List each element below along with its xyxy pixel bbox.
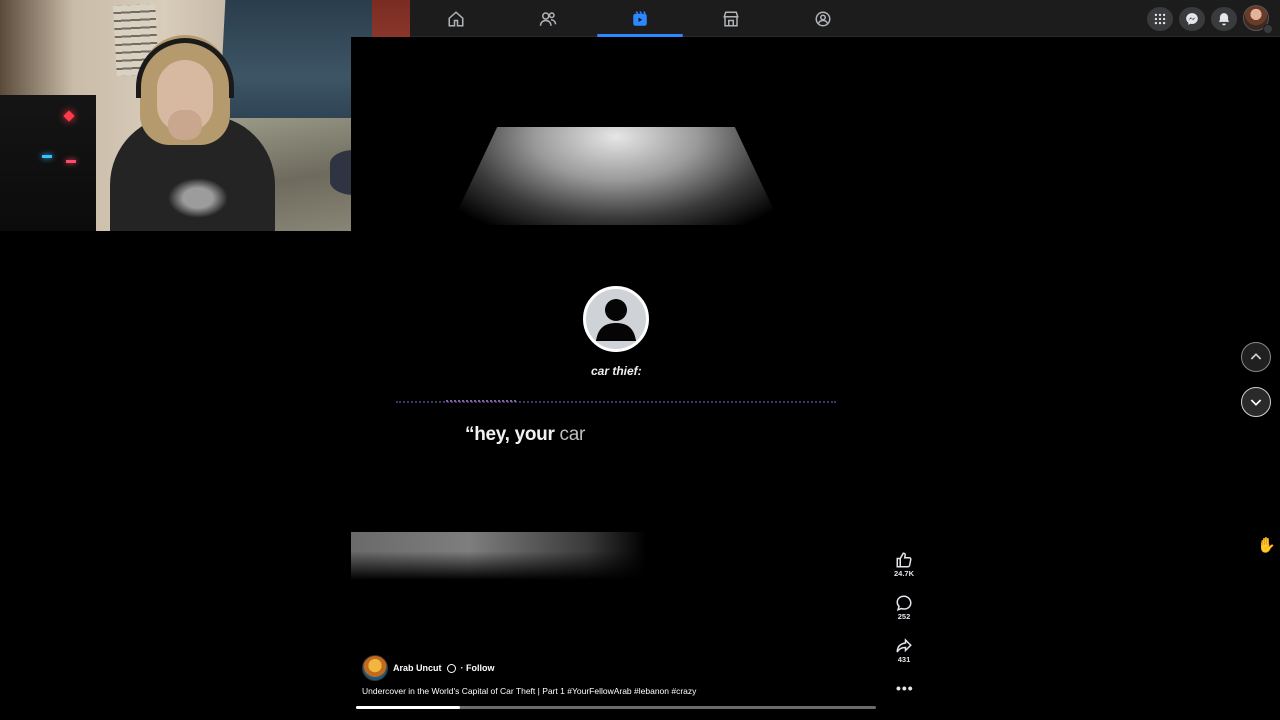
webcam-overlay: [0, 0, 410, 231]
globe-icon: [446, 663, 456, 673]
marketplace-icon: [723, 11, 739, 26]
thumbs-up-icon: [896, 552, 912, 568]
speaker-avatar: [583, 286, 649, 352]
like-count: 24.7K: [893, 569, 914, 578]
chevron-up-icon: [1250, 353, 1262, 360]
tab-home[interactable]: [411, 0, 501, 37]
mouse-cursor-icon: ✋: [1257, 537, 1276, 554]
caption-main: “hey, your: [465, 424, 555, 445]
hoodie-print: [168, 178, 228, 218]
share-icon: [896, 638, 912, 653]
pc-led: [42, 155, 52, 158]
bell-icon: [1218, 13, 1230, 26]
reel-video[interactable]: car thief: “hey, your car Arab Uncut · F…: [351, 37, 881, 720]
top-navigation-bar: [410, 0, 1280, 37]
chevron-down-icon: [1250, 399, 1262, 406]
video-icon: [633, 10, 647, 26]
tab-video[interactable]: [595, 0, 685, 37]
video-progress-fill: [356, 706, 460, 709]
video-highlight-bottom: [351, 532, 646, 580]
comment-icon: [896, 595, 912, 611]
reel-owner: Arab Uncut · Follow: [362, 655, 495, 681]
previous-reel-button[interactable]: [1241, 342, 1271, 372]
like-button[interactable]: 24.7K: [889, 551, 919, 578]
comment-button[interactable]: 252: [889, 594, 919, 621]
account-chevron-icon[interactable]: [1263, 24, 1273, 34]
comment-count: 252: [897, 612, 911, 621]
follow-button[interactable]: · Follow: [461, 663, 495, 673]
messenger-button[interactable]: [1179, 7, 1205, 31]
messenger-icon: [1186, 13, 1198, 25]
more-options-button[interactable]: •••: [896, 680, 914, 696]
video-caption: “hey, your car: [465, 424, 585, 446]
friends-icon: [539, 11, 557, 26]
default-user-icon: [596, 299, 636, 341]
video-progress-bar[interactable]: [356, 706, 876, 709]
tab-marketplace[interactable]: [686, 0, 776, 37]
notifications-button[interactable]: [1211, 7, 1237, 31]
owner-avatar[interactable]: [362, 655, 388, 681]
person-hand: [168, 110, 202, 140]
share-count: 431: [897, 655, 911, 664]
pc-tower: [0, 95, 96, 231]
home-icon: [448, 10, 464, 26]
speaker-label: car thief:: [591, 364, 642, 378]
reel-description: Undercover in the World's Capital of Car…: [362, 686, 697, 696]
next-reel-button[interactable]: [1241, 387, 1271, 417]
groups-icon: [815, 11, 831, 26]
share-button[interactable]: 431: [889, 637, 919, 664]
audio-waveform: [396, 400, 836, 403]
owner-name[interactable]: Arab Uncut: [393, 663, 442, 673]
caption-dim: car: [554, 424, 586, 445]
tab-groups[interactable]: [778, 0, 868, 37]
pc-led: [66, 160, 76, 163]
video-highlight-top: [451, 127, 781, 225]
menu-grid-icon: [1154, 13, 1166, 25]
tab-friends[interactable]: [503, 0, 593, 37]
menu-button[interactable]: [1147, 7, 1173, 31]
